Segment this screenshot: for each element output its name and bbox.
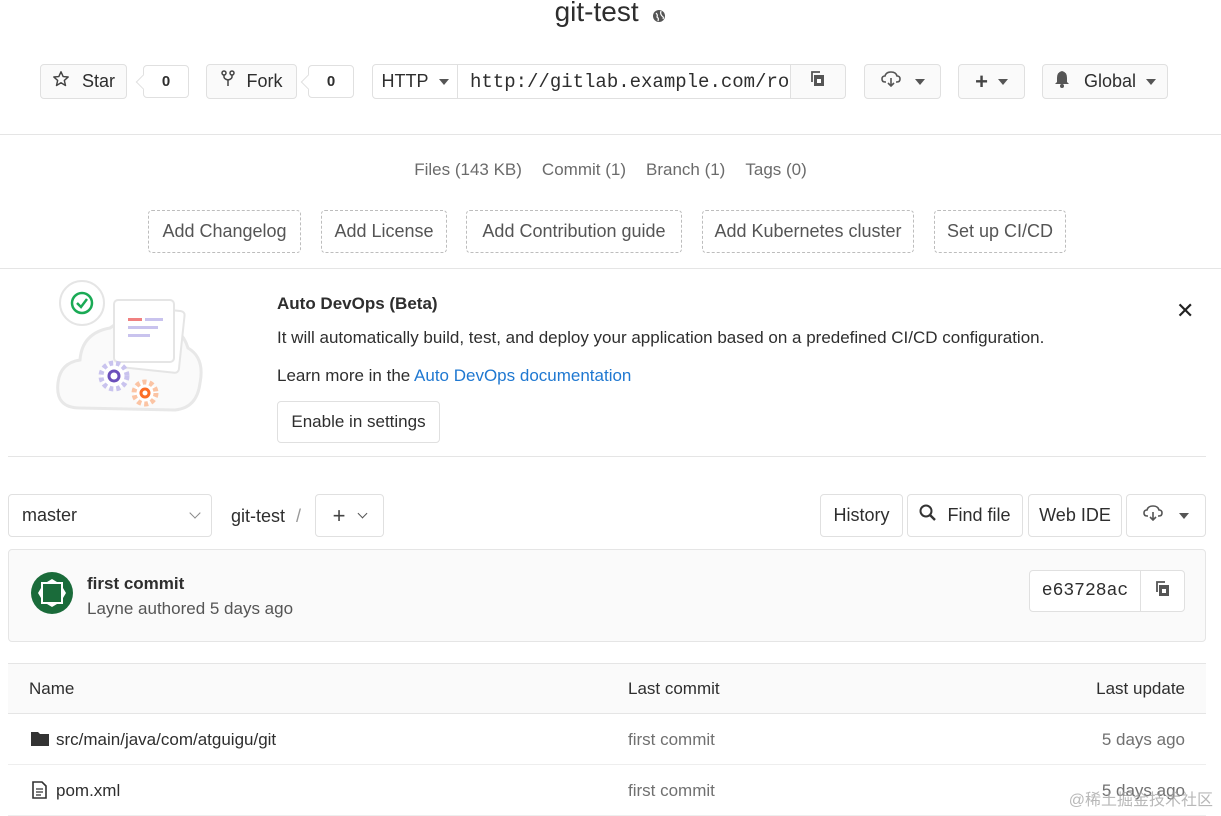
copy-sha-button[interactable] bbox=[1140, 570, 1185, 612]
files-stat[interactable]: Files (143 KB) bbox=[414, 160, 522, 180]
add-contribution-guide-button[interactable]: Add Contribution guide bbox=[466, 210, 682, 253]
branch-name: master bbox=[22, 505, 78, 525]
plus-icon: + bbox=[332, 502, 346, 528]
chevron-down-icon bbox=[189, 507, 201, 519]
commit-author: Layne authored 5 days ago bbox=[87, 599, 294, 618]
setup-cicd-button[interactable]: Set up CI/CD bbox=[934, 210, 1066, 253]
web-ide-button[interactable]: Web IDE bbox=[1028, 494, 1122, 537]
star-button[interactable]: Star bbox=[40, 64, 127, 99]
history-button[interactable]: History bbox=[820, 494, 903, 537]
devops-illustration bbox=[50, 278, 205, 428]
find-file-label: Find file bbox=[947, 505, 1011, 525]
clipboard-icon bbox=[809, 70, 827, 93]
folder-icon bbox=[31, 731, 49, 751]
divider bbox=[0, 268, 1221, 269]
file-last-commit[interactable]: first commit bbox=[628, 730, 715, 750]
project-stats: Files (143 KB) Commit (1) Branch (1) Tag… bbox=[0, 160, 1221, 180]
devops-description: It will automatically build, test, and d… bbox=[277, 328, 1045, 347]
chevron-down-icon bbox=[997, 78, 1008, 85]
find-file-button[interactable]: Find file bbox=[907, 494, 1023, 537]
notification-dropdown[interactable]: Global bbox=[1042, 64, 1168, 99]
file-icon bbox=[32, 781, 47, 804]
add-license-button[interactable]: Add License bbox=[321, 210, 447, 253]
file-table-header bbox=[8, 663, 1206, 714]
learn-more-text: Learn more in the bbox=[277, 366, 415, 385]
protocol-label: HTTP bbox=[381, 71, 429, 91]
fork-count[interactable]: 0 bbox=[308, 65, 354, 98]
commit-sha[interactable]: e63728ac bbox=[1029, 570, 1141, 612]
avatar[interactable] bbox=[30, 571, 74, 620]
cloud-download-icon bbox=[1143, 505, 1163, 526]
column-name: Name bbox=[29, 679, 75, 698]
commit-message[interactable]: first commit bbox=[87, 574, 184, 594]
file-name[interactable]: src/main/java/com/atguigu/git bbox=[56, 730, 276, 750]
enable-in-settings-button[interactable]: Enable in settings bbox=[277, 401, 440, 443]
branches-stat[interactable]: Branch (1) bbox=[646, 160, 725, 180]
plus-icon: + bbox=[975, 68, 988, 94]
protocol-dropdown[interactable]: HTTP bbox=[372, 64, 458, 99]
column-last-update: Last update bbox=[1096, 679, 1185, 698]
clone-url-input[interactable]: http://gitlab.example.com/root/git-test.… bbox=[457, 64, 791, 99]
breadcrumb-project[interactable]: git-test bbox=[231, 506, 285, 526]
fork-button[interactable]: Fork bbox=[206, 64, 297, 99]
cloud-download-icon bbox=[880, 71, 901, 92]
file-name[interactable]: pom.xml bbox=[56, 781, 120, 801]
devops-learn-more: Learn more in the Auto DevOps documentat… bbox=[277, 366, 631, 386]
chevron-down-icon bbox=[438, 78, 449, 85]
star-label: Star bbox=[81, 71, 115, 91]
column-last-commit: Last commit bbox=[628, 679, 720, 698]
star-count[interactable]: 0 bbox=[143, 65, 189, 98]
add-to-tree-dropdown[interactable]: + bbox=[315, 494, 384, 537]
close-icon[interactable]: ✕ bbox=[1176, 300, 1194, 322]
commits-stat[interactable]: Commit (1) bbox=[542, 160, 626, 180]
chevron-down-icon bbox=[1179, 512, 1189, 519]
tags-stat[interactable]: Tags (0) bbox=[745, 160, 806, 180]
file-last-update: 5 days ago bbox=[1101, 730, 1185, 749]
fork-label: Fork bbox=[246, 71, 283, 91]
fork-icon bbox=[220, 70, 235, 93]
project-name: git-test bbox=[554, 0, 639, 27]
breadcrumb: git-test / bbox=[231, 506, 301, 527]
breadcrumb-separator: / bbox=[296, 506, 302, 526]
devops-docs-link[interactable]: Auto DevOps documentation bbox=[414, 366, 631, 385]
bell-icon bbox=[1054, 70, 1070, 93]
chevron-down-icon bbox=[914, 78, 925, 85]
chevron-down-icon bbox=[357, 508, 368, 519]
new-item-dropdown[interactable]: + bbox=[958, 64, 1025, 99]
add-kubernetes-cluster-button[interactable]: Add Kubernetes cluster bbox=[702, 210, 914, 253]
divider bbox=[8, 456, 1206, 457]
notification-label: Global bbox=[1083, 71, 1137, 91]
download-source-dropdown[interactable] bbox=[1126, 494, 1206, 537]
file-last-commit[interactable]: first commit bbox=[628, 781, 715, 801]
copy-url-button[interactable] bbox=[790, 64, 846, 99]
project-title: git-test bbox=[0, 0, 1221, 30]
download-dropdown[interactable] bbox=[864, 64, 941, 99]
last-commit-panel bbox=[8, 549, 1206, 642]
devops-title: Auto DevOps (Beta) bbox=[277, 294, 438, 313]
globe-icon bbox=[652, 0, 666, 30]
divider bbox=[0, 134, 1221, 135]
watermark: @稀土掘金技术社区 bbox=[1068, 792, 1213, 809]
branch-selector[interactable]: master bbox=[8, 494, 212, 537]
table-row[interactable] bbox=[8, 765, 1206, 816]
chevron-down-icon bbox=[1146, 78, 1157, 85]
add-changelog-button[interactable]: Add Changelog bbox=[148, 210, 301, 253]
clipboard-icon bbox=[1154, 580, 1172, 603]
search-icon bbox=[919, 504, 937, 527]
star-icon bbox=[52, 70, 70, 93]
